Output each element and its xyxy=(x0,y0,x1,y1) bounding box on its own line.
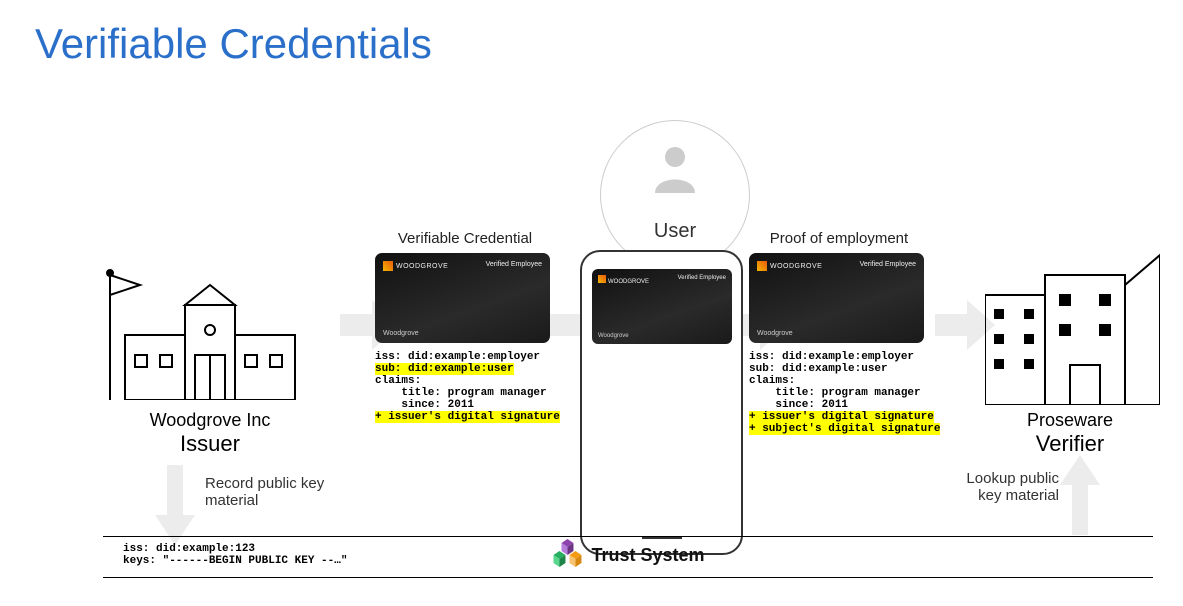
card-brand: WOODGROVE xyxy=(770,263,822,270)
vc-claims: iss: did:example:employer sub: did:examp… xyxy=(375,351,555,423)
phone-icon: WOODGROVE Verified Employee Woodgrove xyxy=(580,250,743,555)
trust-system-bar: iss: did:example:123 keys: "------BEGIN … xyxy=(103,536,1153,578)
issuer-name: Woodgrove Inc xyxy=(125,410,295,431)
diagram-stage: Woodgrove Inc Issuer Record public key m… xyxy=(0,90,1183,520)
card-company: Woodgrove xyxy=(383,330,419,337)
card-brand: WOODGROVE xyxy=(608,279,649,285)
issuer-labels: Woodgrove Inc Issuer xyxy=(125,410,295,457)
issuer-role: Issuer xyxy=(125,431,295,457)
credential-card-icon: WOODGROVE Verified Employee Woodgrove xyxy=(375,253,550,343)
verifier-role: Verifier xyxy=(995,431,1145,457)
user-circle-icon xyxy=(600,120,750,270)
lookup-label: Lookup public key material xyxy=(964,470,1059,504)
issuer-building-icon xyxy=(95,245,315,400)
proof-block: Proof of employment WOODGROVE Verified E… xyxy=(749,230,929,435)
proof-claims: iss: did:example:employer sub: did:examp… xyxy=(749,351,929,435)
vc-title: Verifiable Credential xyxy=(375,230,555,247)
record-label: Record public key material xyxy=(205,475,325,509)
card-label: Verified Employee xyxy=(486,261,542,268)
verifier-building-icon xyxy=(985,225,1160,405)
card-company: Woodgrove xyxy=(757,330,793,337)
credential-card-icon: WOODGROVE Verified Employee Woodgrove xyxy=(749,253,924,343)
verifier-labels: Proseware Verifier xyxy=(995,410,1145,457)
cubes-icon xyxy=(551,539,583,571)
user-label: User xyxy=(620,220,730,243)
lookup-arrow-up-icon xyxy=(1060,455,1100,535)
card-company: Woodgrove xyxy=(598,333,629,339)
phone-credential-card: WOODGROVE Verified Employee Woodgrove xyxy=(592,269,732,344)
record-arrow-down-icon xyxy=(155,465,195,545)
page-title: Verifiable Credentials xyxy=(35,20,432,68)
proof-title: Proof of employment xyxy=(749,230,929,247)
verifiable-credential-block: Verifiable Credential WOODGROVE Verified… xyxy=(375,230,555,423)
card-label: Verified Employee xyxy=(860,261,916,268)
card-brand: WOODGROVE xyxy=(396,263,448,270)
verifier-name: Proseware xyxy=(995,410,1145,431)
trust-system-name: Trust System xyxy=(591,545,704,566)
card-label: Verified Employee xyxy=(678,275,726,281)
user-icon xyxy=(653,145,697,193)
